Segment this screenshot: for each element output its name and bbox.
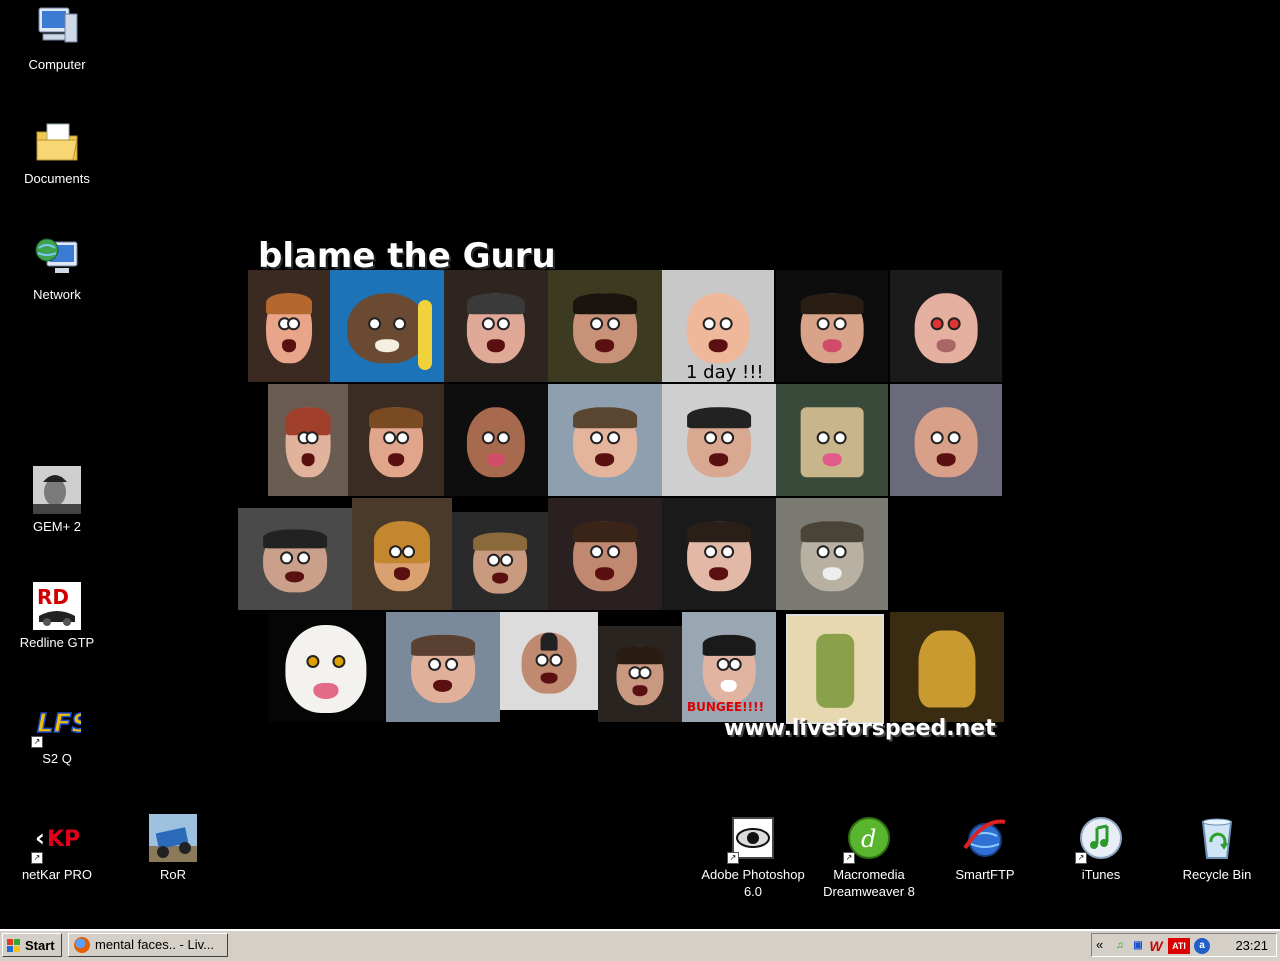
- desktop-icon-label: Network: [33, 287, 81, 302]
- wallpaper-photo: [776, 384, 888, 496]
- desktop-icon-redline[interactable]: RD Redline GTP: [2, 582, 112, 651]
- photoshop-icon: ↗: [727, 814, 777, 864]
- desktop-icon-label: Macromedia: [833, 867, 905, 882]
- desktop-icon-itunes[interactable]: ↗ iTunes: [1046, 814, 1156, 883]
- recycle-bin-icon: [1193, 814, 1241, 862]
- desktop-icon-computer[interactable]: Computer: [2, 4, 112, 73]
- desktop-icon-label: RoR: [159, 867, 186, 882]
- network-tray-icon[interactable]: ▣: [1130, 938, 1146, 954]
- wallpaper-photo: [890, 270, 1002, 382]
- wallpaper-url: www.liveforspeed.net: [724, 716, 996, 741]
- start-button[interactable]: Start: [2, 933, 62, 957]
- dreamweaver-icon: d ↗: [843, 814, 893, 864]
- wallpaper-photo: [598, 626, 682, 722]
- wallpaper-photo: [352, 498, 452, 610]
- taskbar: Start mental faces.. - Liv... « ♫ ▣ W AT…: [0, 929, 1280, 961]
- netkar-icon: ‹ KP ↗: [31, 814, 81, 864]
- svg-text:RD: RD: [37, 585, 69, 609]
- wallpaper-photo: [348, 384, 444, 496]
- wallpaper-photo: [444, 270, 548, 382]
- wallpaper-caption: 1 day !!!: [686, 362, 764, 383]
- folder-icon: [33, 118, 81, 166]
- svg-text:d: d: [861, 825, 876, 853]
- ati-tray-icon[interactable]: ATI: [1168, 938, 1190, 954]
- lfs-icon: LFS ↗: [31, 698, 91, 748]
- windows-logo-icon: [7, 939, 21, 952]
- shortcut-arrow-icon: ↗: [727, 852, 739, 864]
- wallpaper-photo: [548, 498, 662, 610]
- desktop-icon-dreamweaver[interactable]: d ↗ Macromedia Dreamweaver 8: [814, 814, 924, 900]
- wallpaper-photo: [548, 384, 662, 496]
- computer-icon: [33, 4, 81, 52]
- svg-text:KP: KP: [47, 827, 80, 852]
- firefox-icon: [74, 937, 90, 953]
- desktop-icon-network[interactable]: Network: [2, 234, 112, 303]
- desktop-icon-recycle-bin[interactable]: Recycle Bin: [1162, 814, 1272, 883]
- desktop-icon-s2q[interactable]: LFS ↗ S2 Q: [2, 698, 112, 767]
- desktop-icon-label: Redline GTP: [19, 635, 95, 650]
- wallpaper-photo: [776, 498, 888, 610]
- clock: 23:21: [1235, 938, 1268, 953]
- ror-icon: [149, 814, 197, 862]
- itunes-icon: ↗: [1075, 814, 1125, 864]
- desktop-icon-ror[interactable]: RoR: [118, 814, 228, 883]
- network-icon: [33, 234, 81, 282]
- gem-icon: [33, 466, 81, 514]
- desktop-icon-documents[interactable]: Documents: [2, 118, 112, 187]
- wallpaper-photo: [330, 270, 444, 382]
- wallpaper-photo: [890, 384, 1002, 496]
- shortcut-arrow-icon: ↗: [31, 736, 43, 748]
- taskbar-window-title: mental faces.. - Liv...: [95, 937, 214, 952]
- desktop-icon-label: Documents: [24, 171, 90, 186]
- wallpaper-photo: [248, 270, 330, 382]
- wallpaper-photo: [268, 612, 384, 722]
- wallpaper-photo: [662, 384, 776, 496]
- wallpaper-photo: [548, 270, 662, 382]
- system-tray: « ♫ ▣ W ATI a 23:21: [1091, 933, 1277, 957]
- tray-expand-button[interactable]: «: [1096, 937, 1103, 952]
- wallpaper-photo: [786, 614, 884, 724]
- shortcut-arrow-icon: ↗: [843, 852, 855, 864]
- desktop-icon-label: Recycle Bin: [1182, 867, 1252, 882]
- shortcut-arrow-icon: ↗: [1075, 852, 1087, 864]
- desktop-icon-label-line2: 6.0: [743, 884, 763, 899]
- wallpaper-photo: [776, 270, 888, 382]
- desktop-icon-photoshop[interactable]: ↗ Adobe Photoshop 6.0: [698, 814, 808, 900]
- taskbar-window-button[interactable]: mental faces.. - Liv...: [68, 933, 228, 957]
- wallpaper-bungee-label: BUNGEE!!!!: [687, 700, 765, 714]
- desktop-icon-netkar[interactable]: ‹ KP ↗ netKar PRO: [2, 814, 112, 883]
- desktop-icon-label-line2: Dreamweaver 8: [823, 884, 915, 899]
- wallpaper-photo: [444, 384, 548, 496]
- wallpaper-photo: [452, 512, 548, 610]
- redline-icon: RD: [33, 582, 81, 630]
- svg-text:‹: ‹: [35, 824, 45, 852]
- wallpaper-photo: [890, 612, 1004, 722]
- winamp-tray-icon[interactable]: W: [1148, 938, 1164, 954]
- desktop-icon-label: Computer: [28, 57, 86, 72]
- desktop-icon-label: netKar PRO: [21, 867, 93, 882]
- wallpaper-photo: [238, 508, 352, 610]
- antivirus-tray-icon[interactable]: a: [1194, 938, 1210, 954]
- desktop-icon-label: iTunes: [1081, 867, 1121, 882]
- wallpaper-photo: [268, 384, 348, 496]
- desktop-icon-label: Adobe Photoshop: [701, 867, 805, 882]
- start-label: Start: [25, 938, 55, 953]
- wallpaper-photo: [386, 612, 500, 722]
- desktop-icon-gem[interactable]: GEM+ 2: [2, 466, 112, 535]
- wallpaper-photo: [662, 498, 776, 610]
- desktop-icon-label: S2 Q: [42, 751, 72, 766]
- desktop-icon-label: GEM+ 2: [32, 519, 82, 534]
- shortcut-arrow-icon: ↗: [31, 852, 43, 864]
- itunes-tray-icon[interactable]: ♫: [1112, 938, 1128, 954]
- wallpaper-photo: [500, 612, 598, 710]
- svg-text:LFS: LFS: [37, 709, 81, 739]
- desktop-icon-label: SmartFTP: [955, 867, 1015, 882]
- smartftp-icon: [961, 814, 1009, 862]
- desktop-icon-smartftp[interactable]: SmartFTP: [930, 814, 1040, 883]
